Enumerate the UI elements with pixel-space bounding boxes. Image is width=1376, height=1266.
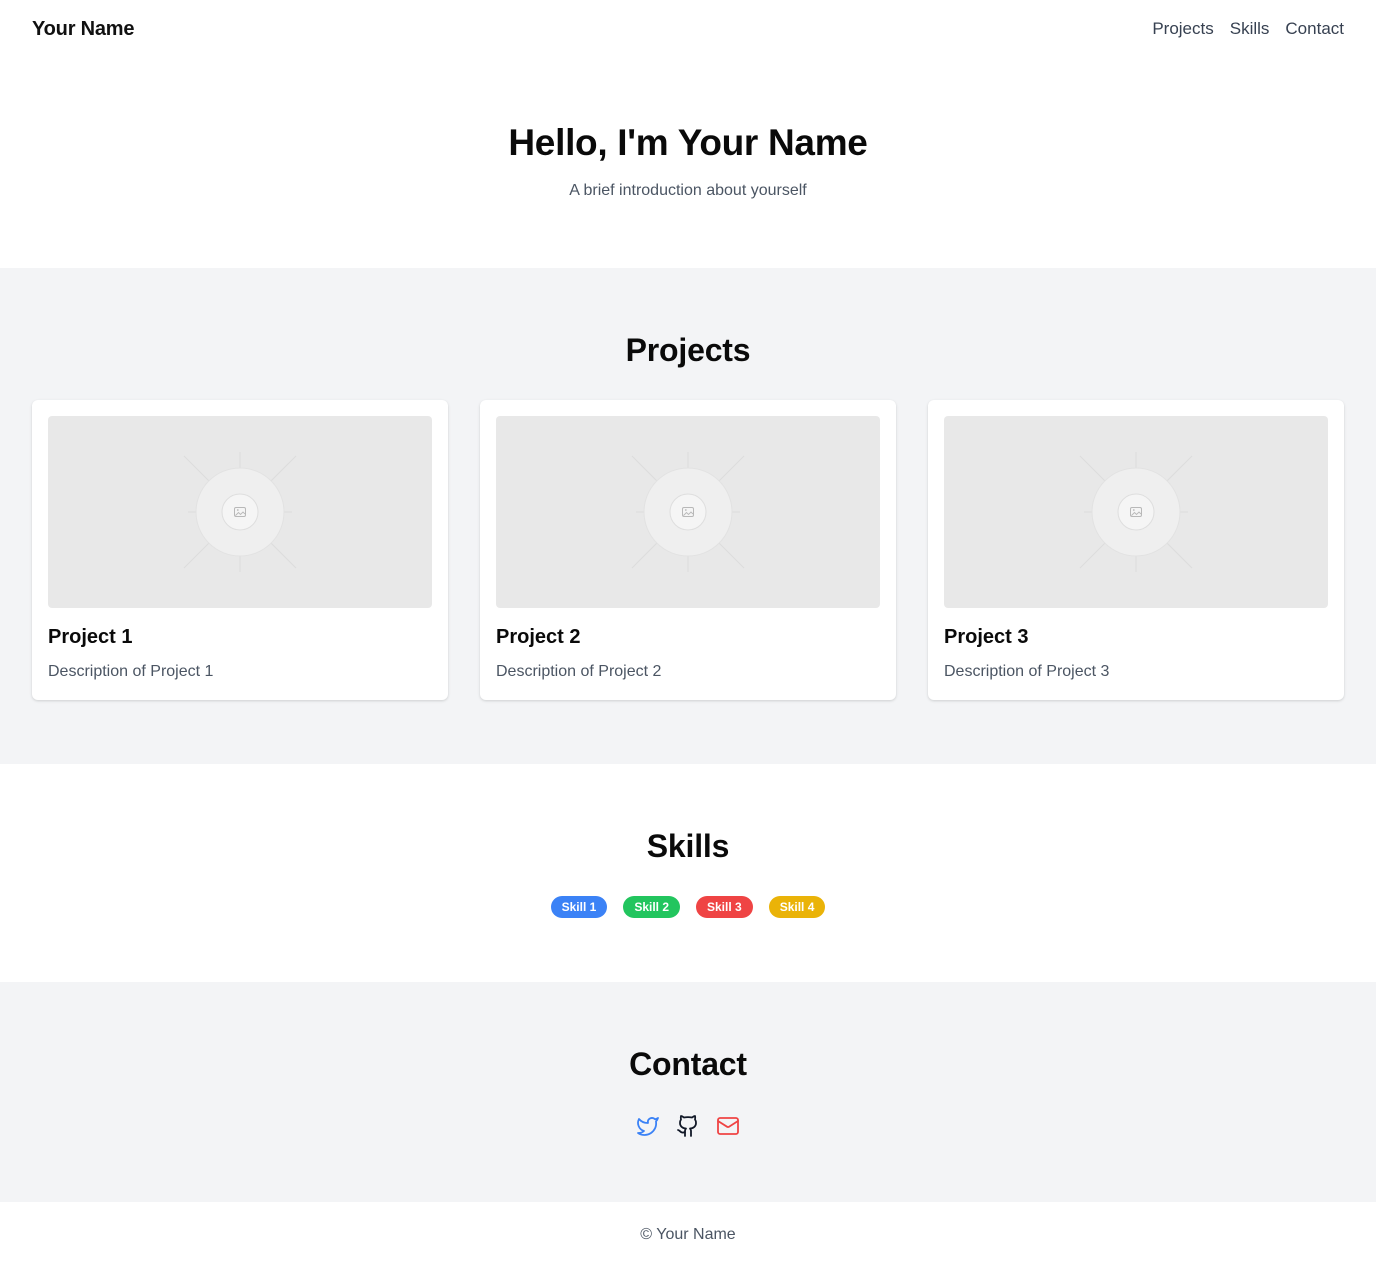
projects-section: Projects Project 1 Description of Projec… — [0, 268, 1376, 764]
contact-heading: Contact — [629, 1046, 747, 1082]
image-placeholder-icon — [183, 452, 297, 572]
project-card-1[interactable]: Project 1 Description of Project 1 — [32, 400, 448, 700]
hero-title: Hello, I'm Your Name — [508, 122, 868, 163]
twitter-link[interactable] — [636, 1114, 660, 1138]
nav-link-contact[interactable]: Contact — [1285, 19, 1344, 39]
nav-link-projects[interactable]: Projects — [1152, 19, 1213, 39]
email-link[interactable] — [716, 1114, 740, 1138]
skill-badge-3[interactable]: Skill 3 — [696, 896, 753, 918]
github-link[interactable] — [676, 1114, 700, 1138]
main-nav: Projects Skills Contact — [1152, 19, 1344, 39]
twitter-icon — [637, 1117, 659, 1136]
skills-heading: Skills — [646, 828, 730, 864]
brand-name[interactable]: Your Name — [32, 18, 135, 41]
site-header: Your Name Projects Skills Contact — [0, 0, 1376, 60]
contact-links — [0, 1114, 1376, 1138]
image-placeholder-icon — [631, 452, 745, 572]
project-title: Project 1 — [48, 626, 133, 648]
project-title: Project 3 — [944, 626, 1029, 648]
hero-subtitle: A brief introduction about yourself — [569, 182, 807, 199]
project-image-3 — [944, 416, 1328, 608]
projects-heading: Projects — [625, 332, 751, 368]
nav-link-skills[interactable]: Skills — [1230, 19, 1270, 39]
skill-badge-1[interactable]: Skill 1 — [550, 896, 608, 918]
project-image-2 — [496, 416, 880, 608]
skill-badge-2[interactable]: Skill 2 — [623, 896, 680, 918]
skill-badge-4[interactable]: Skill 4 — [768, 896, 826, 918]
project-description: Description of Project 3 — [944, 663, 1110, 680]
copyright-text: © Your Name — [640, 1226, 736, 1243]
mail-icon — [717, 1117, 739, 1135]
project-image-1 — [48, 416, 432, 608]
skills-list: Skill 1 Skill 2 Skill 3 Skill 4 — [0, 896, 1376, 918]
project-description: Description of Project 1 — [48, 663, 214, 680]
github-icon — [677, 1115, 697, 1137]
site-footer: © Your Name — [0, 1202, 1376, 1266]
skills-section: Skills Skill 1 Skill 2 Skill 3 Skill 4 — [0, 764, 1376, 982]
project-title: Project 2 — [496, 626, 581, 648]
project-card-3[interactable]: Project 3 Description of Project 3 — [928, 400, 1344, 700]
contact-section: Contact — [0, 982, 1376, 1202]
project-card-2[interactable]: Project 2 Description of Project 2 — [480, 400, 896, 700]
project-description: Description of Project 2 — [496, 663, 662, 680]
image-placeholder-icon — [1079, 452, 1193, 572]
